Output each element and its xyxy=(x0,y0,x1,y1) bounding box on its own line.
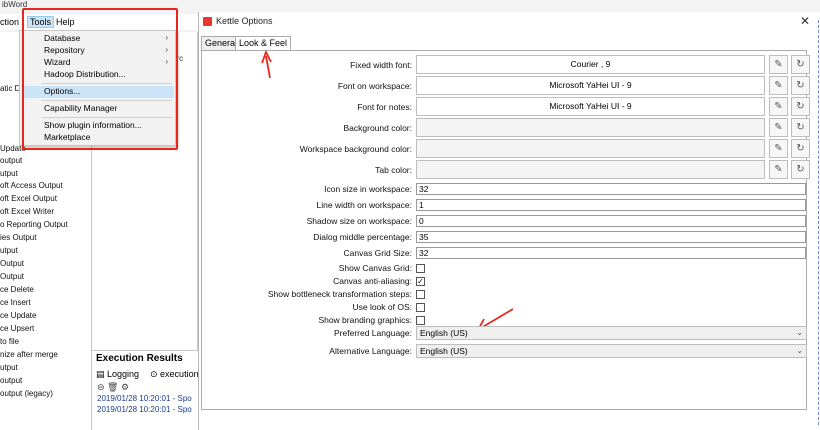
font-color-preview: Microsoft YaHei UI - 9 xyxy=(416,76,765,95)
option-checkbox[interactable] xyxy=(416,264,425,273)
option-checkbox[interactable] xyxy=(416,316,425,325)
option-label: Shadow size on workspace: xyxy=(306,216,412,226)
font-color-preview: Courier , 9 xyxy=(416,55,765,74)
font-color-preview: Microsoft YaHei UI - 9 xyxy=(416,97,765,116)
pencil-icon[interactable]: ✎ xyxy=(769,118,788,137)
option-checkbox[interactable] xyxy=(416,303,425,312)
pencil-icon[interactable]: ✎ xyxy=(769,97,788,116)
option-label: Line width on workspace: xyxy=(316,200,412,210)
select-value: English (US) xyxy=(420,346,468,356)
language-select[interactable]: English (US) ⌄ xyxy=(416,344,807,358)
option-label: Icon size in workspace: xyxy=(324,184,412,194)
pencil-icon[interactable]: ✎ xyxy=(769,160,788,179)
refresh-icon[interactable]: ↻ xyxy=(791,160,810,179)
option-text-field[interactable]: 0 xyxy=(416,215,806,227)
pencil-icon[interactable]: ✎ xyxy=(769,55,788,74)
option-label: Dialog middle percentage: xyxy=(313,232,412,242)
refresh-icon[interactable]: ↻ xyxy=(791,55,810,74)
font-color-preview xyxy=(416,139,765,158)
refresh-icon[interactable]: ↻ xyxy=(791,76,810,95)
option-label: Tab color: xyxy=(375,165,412,175)
option-label: Font for notes: xyxy=(357,102,412,112)
refresh-icon[interactable]: ↻ xyxy=(791,139,810,158)
pencil-icon[interactable]: ✎ xyxy=(769,139,788,158)
option-label: Background color: xyxy=(343,123,412,133)
pencil-icon[interactable]: ✎ xyxy=(769,76,788,95)
option-label: Canvas anti-aliasing: xyxy=(333,276,412,286)
option-label: Preferred Language: xyxy=(334,328,412,338)
option-label: Show branding graphics: xyxy=(318,315,412,325)
option-text-field[interactable]: 35 xyxy=(416,231,806,243)
chevron-down-icon: ⌄ xyxy=(796,346,803,355)
option-label: Use look of OS: xyxy=(352,302,412,312)
option-label: Fixed width font: xyxy=(350,60,412,70)
option-label: Font on workspace: xyxy=(337,81,412,91)
option-label: Workspace background color: xyxy=(299,144,412,154)
option-label: Show bottleneck transformation steps: xyxy=(267,289,412,299)
option-label: Alternative Language: xyxy=(329,346,412,356)
option-checkbox[interactable]: ✓ xyxy=(416,277,425,286)
option-text-field[interactable]: 1 xyxy=(416,199,806,211)
chevron-down-icon: ⌄ xyxy=(796,328,803,337)
language-select[interactable]: English (US) ⌄ xyxy=(416,326,807,340)
option-label: Show Canvas Grid: xyxy=(338,263,412,273)
option-checkbox[interactable] xyxy=(416,290,425,299)
select-value: English (US) xyxy=(420,328,468,338)
option-label: Canvas Grid Size: xyxy=(343,248,413,258)
refresh-icon[interactable]: ↻ xyxy=(791,118,810,137)
refresh-icon[interactable]: ↻ xyxy=(791,97,810,116)
font-color-preview xyxy=(416,118,765,137)
font-color-preview xyxy=(416,160,765,179)
option-text-field[interactable]: 32 xyxy=(416,247,806,259)
option-text-field[interactable]: 32 xyxy=(416,183,806,195)
